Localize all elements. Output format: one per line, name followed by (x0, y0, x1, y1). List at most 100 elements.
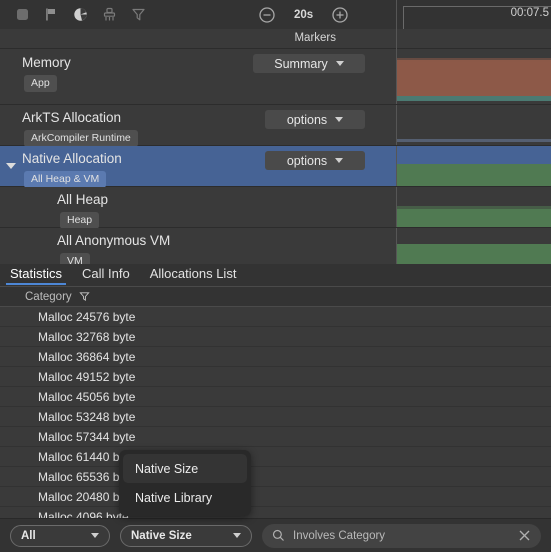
cell-category: Malloc 45056 byte (38, 389, 136, 404)
zoom-controls: 20s (258, 0, 349, 29)
cell-category: Malloc 36864 byte (38, 349, 136, 364)
close-icon[interactable] (518, 529, 531, 542)
track-native-options-dropdown[interactable]: options (265, 151, 365, 170)
track-memory-chart[interactable] (396, 49, 551, 104)
track-all-anon-vm-tag: VM (60, 253, 90, 264)
table-column-header: Category (0, 287, 551, 307)
memory-area-noise (397, 58, 551, 62)
bottom-filter-bar: All Native Size Involves Category (0, 518, 551, 552)
tab-allocations-list[interactable]: Allocations List (140, 264, 247, 284)
chevron-down-icon (91, 533, 99, 538)
all-anon-vm-area-series (397, 244, 551, 264)
flag-icon[interactable] (43, 6, 60, 23)
track-all-heap-tag: Heap (60, 212, 100, 229)
top-toolbar: 20s 00:07.5 (0, 0, 551, 29)
track-arkts-options-label: options (286, 112, 328, 127)
track-memory-tag: App (24, 75, 57, 92)
cell-category: Malloc 20480 byte (38, 489, 136, 504)
table-row[interactable]: Malloc 24576 byte (0, 307, 551, 327)
cell-category: Malloc 49152 byte (38, 369, 136, 384)
column-filter-icon[interactable] (79, 291, 90, 302)
table-row[interactable]: Malloc 45056 byte (0, 387, 551, 407)
track-memory-title: Memory (22, 55, 71, 70)
track-native-options-label: options (286, 153, 328, 168)
cell-category: Malloc 61440 byte (38, 449, 136, 464)
search-icon (272, 529, 284, 541)
track-all-heap-chart[interactable] (396, 187, 551, 227)
all-heap-area-noise (397, 206, 551, 210)
snapshot-icon[interactable] (72, 6, 89, 23)
column-context-menu: Native Size Native Library (119, 450, 251, 516)
profiler-window: 20s 00:07.5 Markers Memory App Summary A… (0, 0, 551, 552)
cell-category: Malloc 57344 byte (38, 429, 136, 444)
table-row[interactable]: Malloc 61440 byte (0, 447, 551, 467)
tab-call-info[interactable]: Call Info (72, 264, 140, 284)
column-header-category[interactable]: Category (0, 291, 72, 303)
track-all-heap-title: All Heap (57, 192, 109, 207)
detail-tab-bar: Statistics Call Info Allocations List (0, 264, 551, 287)
timeline-end-time: 00:07.5 (510, 7, 549, 19)
track-arkts-options-dropdown[interactable]: options (265, 110, 365, 129)
zoom-level-label: 20s (294, 8, 314, 21)
cell-category: Malloc 32768 byte (38, 329, 136, 344)
metric-select-label: Native Size (131, 529, 192, 542)
zoom-out-icon[interactable] (258, 6, 276, 24)
track-memory-summary-label: Summary (274, 56, 328, 71)
track-native-allocation[interactable]: Native Allocation All Heap & VM options (0, 146, 551, 188)
track-arkts-chart[interactable] (396, 105, 551, 145)
table-row[interactable]: Malloc 65536 byte (0, 467, 551, 487)
track-all-anon-vm-title: All Anonymous VM (57, 233, 171, 248)
scope-select-label: All (21, 529, 36, 542)
chevron-down-icon (233, 533, 241, 538)
track-list: Memory App Summary ArkTS Allocation ArkC… (0, 49, 551, 264)
table-row[interactable]: Malloc 32768 byte (0, 327, 551, 347)
track-native-chart[interactable] (396, 146, 551, 186)
stop-recording-icon[interactable] (14, 6, 31, 23)
track-arkts-allocation[interactable]: ArkTS Allocation ArkCompiler Runtime opt… (0, 105, 551, 147)
chevron-down-icon (335, 61, 344, 66)
track-arkts-tag: ArkCompiler Runtime (24, 130, 138, 147)
track-arkts-title: ArkTS Allocation (22, 110, 122, 125)
native-area-series (397, 164, 551, 186)
cell-category: Malloc 24576 byte (38, 309, 136, 324)
toolbar-icon-group (0, 6, 147, 23)
memory-area-series (397, 60, 551, 96)
filter-icon[interactable] (130, 6, 147, 23)
timeline-ruler[interactable]: 00:07.5 (396, 0, 551, 29)
arkts-area-noise (397, 139, 551, 142)
search-input[interactable]: Involves Category (293, 530, 510, 542)
statistics-table[interactable]: Malloc 24576 byte Malloc 32768 byte Mall… (0, 307, 551, 518)
tab-statistics[interactable]: Statistics (0, 264, 72, 285)
track-all-heap[interactable]: All Heap Heap (0, 187, 551, 229)
zoom-in-icon[interactable] (331, 6, 349, 24)
track-all-anon-vm-chart[interactable] (396, 228, 551, 264)
menu-item-native-library[interactable]: Native Library (123, 483, 247, 512)
table-row[interactable]: Malloc 4096 byte (0, 507, 551, 519)
metric-select[interactable]: Native Size (120, 524, 252, 547)
markers-label: Markers (294, 32, 336, 44)
table-row[interactable]: Malloc 36864 byte (0, 347, 551, 367)
track-memory-summary-dropdown[interactable]: Summary (253, 54, 365, 73)
chevron-down-icon (335, 158, 344, 163)
all-heap-area-series (397, 209, 551, 227)
markers-track-pane[interactable] (396, 29, 551, 49)
track-all-anonymous-vm[interactable]: All Anonymous VM VM (0, 228, 551, 264)
cell-category: Malloc 53248 byte (38, 409, 136, 424)
memory-secondary-series (397, 96, 551, 101)
expander-caret-icon[interactable] (6, 163, 16, 169)
search-box[interactable]: Involves Category (262, 523, 541, 548)
table-row[interactable]: Malloc 57344 byte (0, 427, 551, 447)
table-row[interactable]: Malloc 20480 byte (0, 487, 551, 507)
table-row[interactable]: Malloc 49152 byte (0, 367, 551, 387)
track-native-title: Native Allocation (22, 151, 122, 166)
chevron-down-icon (335, 117, 344, 122)
cell-category: Malloc 65536 byte (38, 469, 136, 484)
table-row[interactable]: Malloc 53248 byte (0, 407, 551, 427)
clear-icon[interactable] (101, 6, 118, 23)
track-native-tag: All Heap & VM (24, 171, 107, 188)
track-memory[interactable]: Memory App Summary (0, 49, 551, 105)
menu-item-native-size[interactable]: Native Size (123, 454, 247, 483)
cell-category: Malloc 4096 byte (38, 509, 129, 519)
scope-select[interactable]: All (10, 524, 110, 547)
markers-row: Markers (0, 29, 551, 49)
